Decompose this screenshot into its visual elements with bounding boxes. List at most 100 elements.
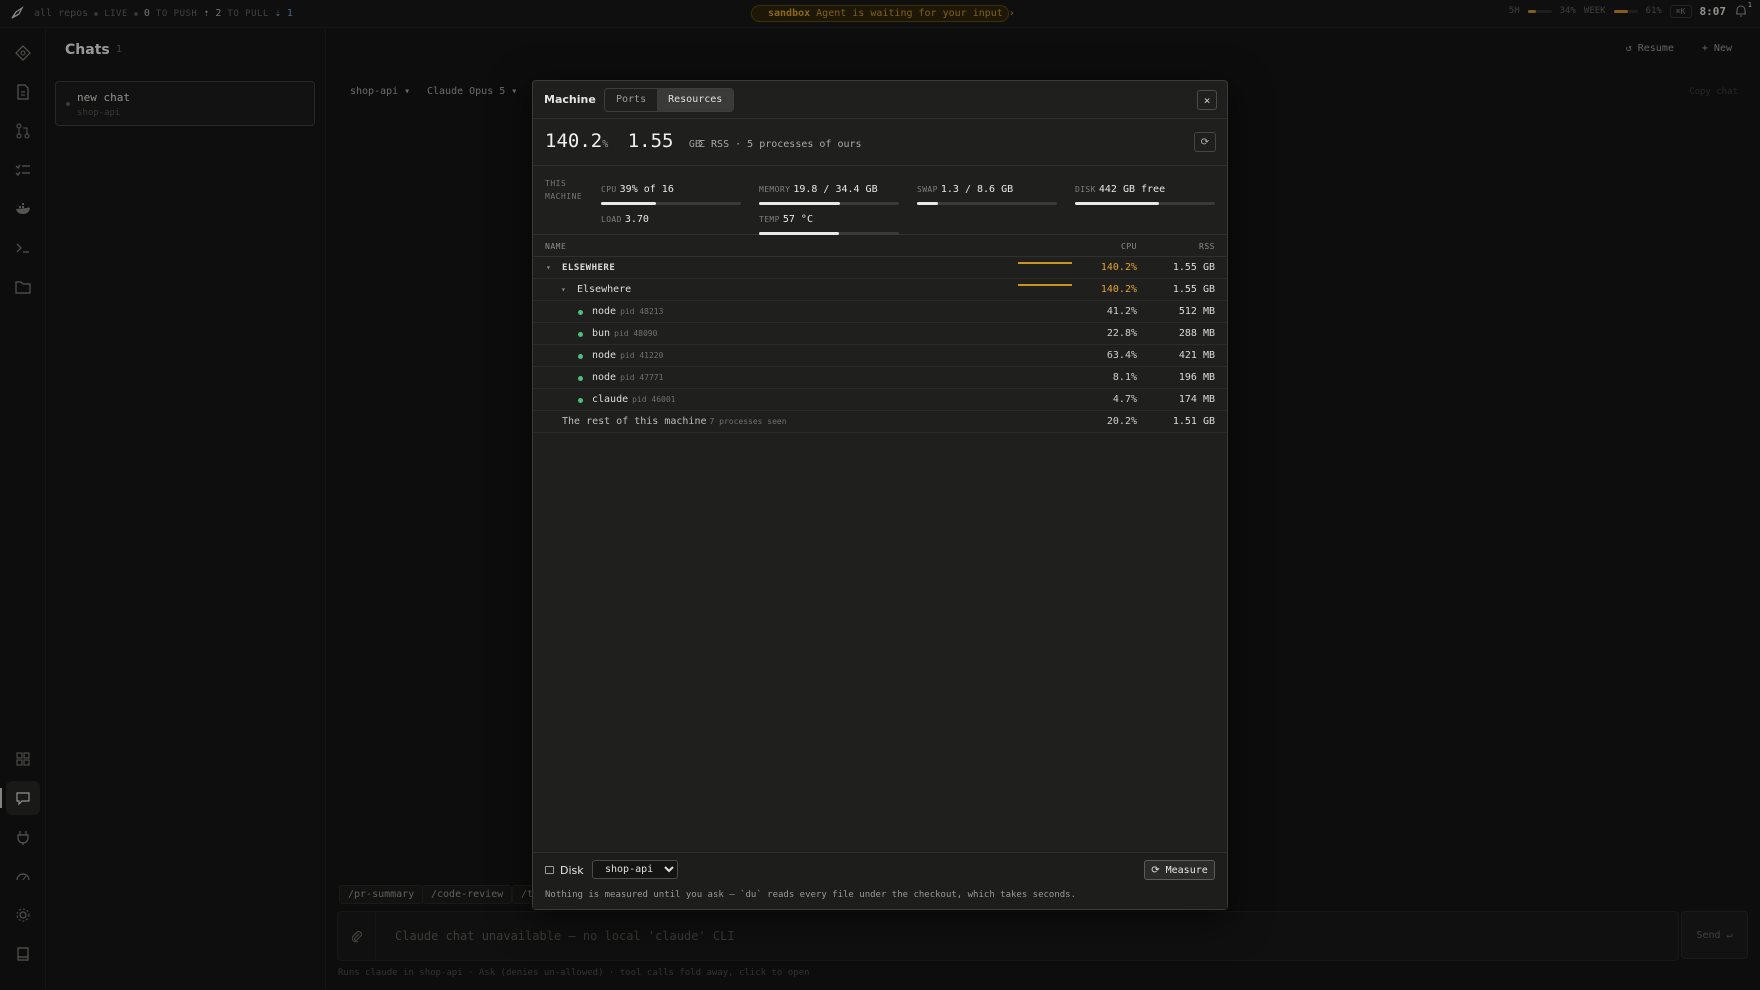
disk-stat-value: 442 GB free bbox=[1098, 184, 1166, 195]
process-name-cell: node pid 41220 bbox=[592, 350, 663, 361]
process-pid: pid 48090 bbox=[614, 329, 658, 338]
rest-rss: 1.51 GB bbox=[1172, 416, 1215, 427]
process-pid: pid 48213 bbox=[620, 307, 664, 316]
process-name: claude bbox=[592, 394, 629, 405]
disk-footer: Disk shop-api ⟳ Measure Nothing is measu… bbox=[533, 852, 1227, 909]
rest-name: The rest of this machine bbox=[562, 416, 707, 427]
memory-stat: MEMORY 19.8 / 34.4 GB bbox=[759, 177, 899, 205]
rest-of-machine-row: The rest of this machine 7 processes seen… bbox=[533, 411, 1227, 433]
memory-stat-bar bbox=[759, 202, 899, 205]
dialog-header: Machine Ports Resources × bbox=[533, 81, 1227, 119]
temp-stat-label: TEMP bbox=[759, 215, 780, 224]
tab-ports[interactable]: Ports bbox=[605, 89, 657, 111]
group-cpu: 140.2% bbox=[1100, 262, 1137, 273]
subgroup-cpu: 140.2% bbox=[1100, 284, 1137, 295]
process-name: bun bbox=[592, 328, 611, 339]
total-cpu-unit: % bbox=[602, 139, 609, 150]
process-cpu: 63.4% bbox=[1106, 350, 1137, 361]
process-cpu: 41.2% bbox=[1106, 306, 1137, 317]
swap-stat: SWAP 1.3 / 8.6 GB bbox=[917, 177, 1057, 205]
disk-stat: DISK 442 GB free bbox=[1075, 177, 1215, 205]
this-machine-line: THIS bbox=[545, 179, 567, 188]
swap-stat-value: 1.3 / 8.6 GB bbox=[940, 184, 1014, 195]
process-rss: 196 MB bbox=[1178, 372, 1215, 383]
subgroup-rss: 1.55 GB bbox=[1172, 284, 1215, 295]
cpu-sparkline bbox=[1018, 284, 1072, 287]
process-cpu: 22.8% bbox=[1106, 328, 1137, 339]
running-status-dot-icon bbox=[578, 310, 583, 315]
process-rss: 288 MB bbox=[1178, 328, 1215, 339]
process-row[interactable]: node pid 47771 8.1% 196 MB bbox=[533, 367, 1227, 389]
process-name-cell: bun pid 48090 bbox=[592, 328, 657, 339]
load-stat-value: 3.70 bbox=[624, 214, 649, 225]
col-rss-header[interactable]: RSS bbox=[1199, 242, 1215, 251]
disk-repo-select[interactable]: shop-api bbox=[592, 860, 678, 879]
this-machine-label: THIS MACHINE bbox=[545, 177, 582, 203]
summary-description: Σ RSS · 5 processes of ours bbox=[699, 139, 862, 150]
process-row[interactable]: node pid 48213 41.2% 512 MB bbox=[533, 301, 1227, 323]
process-subgroup-row[interactable]: ▾ Elsewhere 140.2% 1.55 GB bbox=[533, 279, 1227, 301]
memory-stat-value: 19.8 / 34.4 GB bbox=[793, 184, 878, 195]
summary-totals: 140.2% 1.55 GB bbox=[545, 130, 701, 152]
load-stat: LOAD 3.70 bbox=[601, 207, 741, 226]
disk-note: Nothing is measured until you ask — `du`… bbox=[545, 890, 1077, 900]
dialog-title: Machine bbox=[544, 93, 596, 106]
running-status-dot-icon bbox=[578, 398, 583, 403]
group-rss: 1.55 GB bbox=[1172, 262, 1215, 273]
process-name-cell: claude pid 46001 bbox=[592, 394, 675, 405]
subgroup-name: Elsewhere bbox=[577, 284, 632, 295]
process-name: node bbox=[592, 372, 617, 383]
chevron-down-icon[interactable]: ▾ bbox=[561, 285, 566, 294]
cpu-stat-value: 39% of 16 bbox=[619, 184, 674, 195]
disk-icon bbox=[545, 866, 554, 874]
dialog-tabs: Ports Resources bbox=[604, 88, 735, 112]
process-group-row[interactable]: ▾ ELSEWHERE 140.2% 1.55 GB bbox=[533, 257, 1227, 279]
process-name: node bbox=[592, 350, 617, 361]
process-rss: 174 MB bbox=[1178, 394, 1215, 405]
rest-processes-seen: 7 processes seen bbox=[709, 417, 787, 426]
machine-stats: THIS MACHINE CPU 39% of 16 MEMORY 19.8 / 3… bbox=[533, 166, 1227, 235]
temp-stat-value: 57 °C bbox=[782, 214, 813, 225]
running-status-dot-icon bbox=[578, 332, 583, 337]
refresh-icon[interactable]: ⟳ bbox=[1194, 132, 1216, 152]
load-stat-label: LOAD bbox=[601, 215, 622, 224]
close-icon[interactable]: × bbox=[1197, 90, 1217, 110]
disk-label: Disk bbox=[560, 864, 584, 877]
cpu-stat: CPU 39% of 16 bbox=[601, 177, 741, 205]
cpu-stat-bar bbox=[601, 202, 741, 205]
process-rss: 421 MB bbox=[1178, 350, 1215, 361]
process-cpu: 4.7% bbox=[1112, 394, 1137, 405]
total-rss-value: 1.55 bbox=[627, 130, 674, 152]
tab-resources[interactable]: Resources bbox=[657, 89, 734, 111]
disk-stat-label: DISK bbox=[1075, 185, 1096, 194]
measure-button[interactable]: ⟳ Measure bbox=[1144, 860, 1215, 880]
col-cpu-header[interactable]: CPU bbox=[1121, 242, 1137, 251]
col-name-header[interactable]: NAME bbox=[545, 242, 566, 251]
running-status-dot-icon bbox=[578, 354, 583, 359]
rest-cpu: 20.2% bbox=[1106, 416, 1137, 427]
temp-stat: TEMP 57 °C bbox=[759, 207, 899, 235]
process-pid: pid 47771 bbox=[620, 373, 664, 382]
this-machine-line: MACHINE bbox=[545, 192, 583, 201]
machine-dialog: Machine Ports Resources × 140.2% 1.55 GB… bbox=[532, 80, 1228, 910]
process-name-cell: node pid 47771 bbox=[592, 372, 663, 383]
cpu-sparkline bbox=[1018, 262, 1072, 265]
process-table-header: NAME CPU RSS bbox=[533, 235, 1227, 257]
memory-stat-label: MEMORY bbox=[759, 185, 791, 194]
process-row[interactable]: bun pid 48090 22.8% 288 MB bbox=[533, 323, 1227, 345]
resource-summary: 140.2% 1.55 GB Σ RSS · 5 processes of ou… bbox=[533, 119, 1227, 166]
running-status-dot-icon bbox=[578, 376, 583, 381]
chevron-down-icon[interactable]: ▾ bbox=[546, 263, 551, 272]
disk-stat-bar bbox=[1075, 202, 1215, 205]
process-pid: pid 41220 bbox=[620, 351, 664, 360]
total-cpu-value: 140.2 bbox=[545, 130, 603, 152]
process-row[interactable]: claude pid 46001 4.7% 174 MB bbox=[533, 389, 1227, 411]
swap-stat-bar bbox=[917, 202, 1057, 205]
process-name-cell: node pid 48213 bbox=[592, 306, 663, 317]
swap-stat-label: SWAP bbox=[917, 185, 938, 194]
group-name: ELSEWHERE bbox=[562, 263, 616, 273]
process-row[interactable]: node pid 41220 63.4% 421 MB bbox=[533, 345, 1227, 367]
rest-name-cell: The rest of this machine 7 processes seen bbox=[562, 416, 787, 427]
process-pid: pid 46001 bbox=[632, 395, 676, 404]
process-cpu: 8.1% bbox=[1112, 372, 1137, 383]
